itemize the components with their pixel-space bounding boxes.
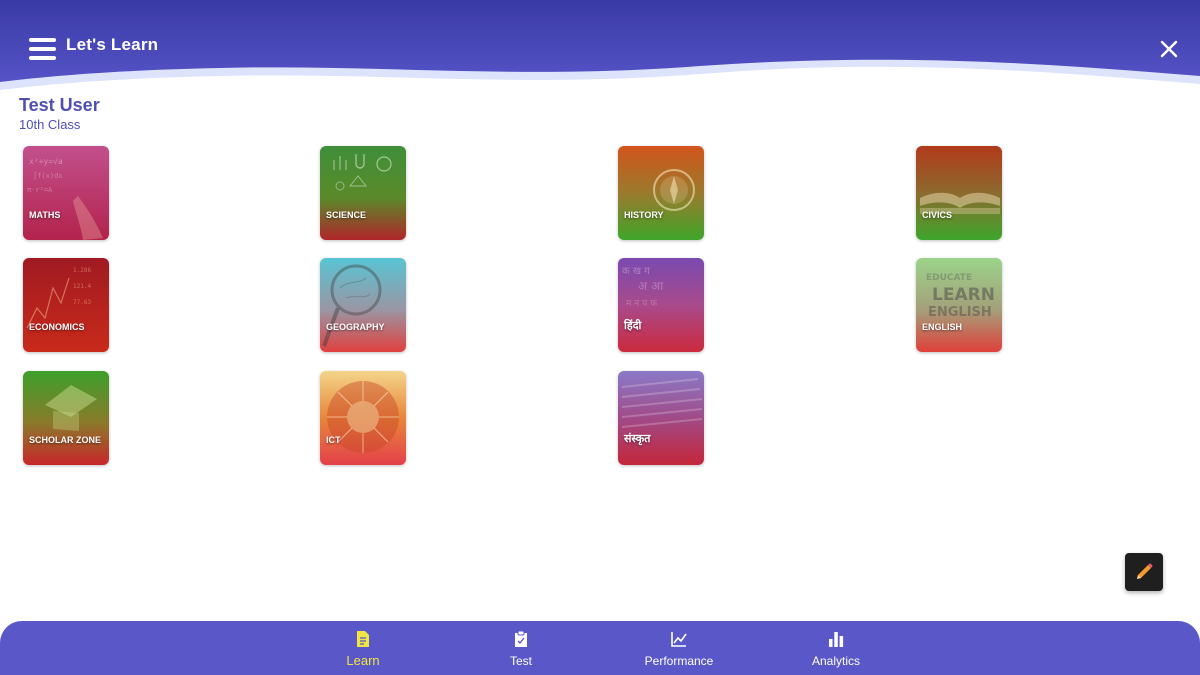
subject-tile-geography[interactable]: GEOGRAPHY (320, 258, 406, 352)
subject-label: CIVICS (922, 210, 953, 220)
nav-label: Analytics (811, 654, 861, 668)
user-name: Test User (19, 95, 100, 115)
subject-label: GEOGRAPHY (326, 322, 385, 332)
subject-tile-history[interactable]: HISTORY (618, 146, 704, 240)
hamburger-menu-icon[interactable] (29, 38, 57, 60)
subject-label: हिंदी (624, 320, 642, 332)
economics-thumbnail: 1.286 121.4 77.63 (23, 258, 109, 352)
maths-thumbnail: x²+y=√a ∫f(x)dx π·r²=A (23, 146, 109, 240)
user-class: 10th Class (19, 117, 81, 132)
svg-text:∫f(x)dx: ∫f(x)dx (33, 171, 63, 180)
ict-thumbnail (320, 371, 406, 465)
svg-text:LEARN: LEARN (932, 285, 995, 305)
page-title: Let's Learn (66, 35, 159, 54)
subject-tile-science[interactable]: SCIENCE (320, 146, 406, 240)
subject-tile-english[interactable]: EDUCATE LEARN ENGLISH ENGLISH (916, 258, 1002, 352)
document-icon (357, 631, 369, 647)
svg-text:म न प फ: म न प फ (626, 299, 658, 309)
subject-tile-sanskrit[interactable]: संस्कृत (618, 371, 704, 465)
subject-label: SCHOLAR ZONE (29, 435, 101, 445)
subject-label: ICT (326, 435, 341, 445)
svg-text:x²+y=√a: x²+y=√a (29, 157, 63, 166)
svg-text:1.286: 1.286 (73, 267, 91, 274)
close-icon[interactable] (1158, 38, 1180, 60)
english-thumbnail: EDUCATE LEARN ENGLISH (916, 258, 1002, 352)
civics-thumbnail (916, 146, 1002, 240)
bar-chart-icon (829, 632, 844, 647)
scholar-zone-thumbnail (23, 371, 109, 465)
svg-text:EDUCATE: EDUCATE (926, 273, 972, 283)
nav-label: Performance (644, 654, 714, 668)
svg-text:क ख ग: क ख ग (622, 266, 650, 277)
subject-label: ECONOMICS (29, 322, 85, 332)
line-chart-icon (671, 632, 687, 647)
pencil-icon (1137, 563, 1153, 579)
subject-label: संस्कृत (624, 433, 651, 445)
header-wave (0, 0, 1200, 90)
subject-tile-hindi[interactable]: क ख ग अ आ म न प फ हिंदी (618, 258, 704, 352)
geography-thumbnail (320, 258, 406, 352)
nav-label: Learn (346, 653, 380, 668)
history-thumbnail (618, 146, 704, 240)
svg-text:121.4: 121.4 (73, 283, 91, 290)
nav-tab-analytics[interactable]: Analytics (781, 621, 891, 675)
svg-text:ENGLISH: ENGLISH (928, 305, 992, 320)
science-thumbnail (320, 146, 406, 240)
subject-tile-maths[interactable]: x²+y=√a ∫f(x)dx π·r²=A MATHS (23, 146, 109, 240)
svg-text:π·r²=A: π·r²=A (27, 186, 53, 194)
subject-label: ENGLISH (922, 322, 963, 332)
subject-label: SCIENCE (326, 210, 367, 220)
subject-label: HISTORY (624, 210, 664, 220)
sanskrit-thumbnail (618, 371, 704, 465)
nav-tab-test[interactable]: Test (466, 621, 576, 675)
svg-text:अ आ: अ आ (638, 279, 664, 293)
subject-tile-ict[interactable]: ICT (320, 371, 406, 465)
nav-tab-performance[interactable]: Performance (624, 621, 734, 675)
subject-tile-civics[interactable]: CIVICS (916, 146, 1002, 240)
hindi-thumbnail: क ख ग अ आ म न प फ (618, 258, 704, 352)
nav-tab-learn[interactable]: Learn (308, 621, 418, 675)
subject-label: MATHS (29, 210, 61, 220)
subject-tile-scholar-zone[interactable]: SCHOLAR ZONE (23, 371, 109, 465)
subject-tile-economics[interactable]: 1.286 121.4 77.63 ECONOMICS (23, 258, 109, 352)
app-header: Let's Learn (0, 0, 1200, 100)
clipboard-icon (515, 630, 527, 647)
edit-fab-button[interactable] (1125, 553, 1163, 591)
bottom-navigation: Learn Test Performance Analytics (0, 621, 1200, 675)
nav-label: Test (509, 654, 532, 668)
svg-text:77.63: 77.63 (73, 299, 91, 306)
